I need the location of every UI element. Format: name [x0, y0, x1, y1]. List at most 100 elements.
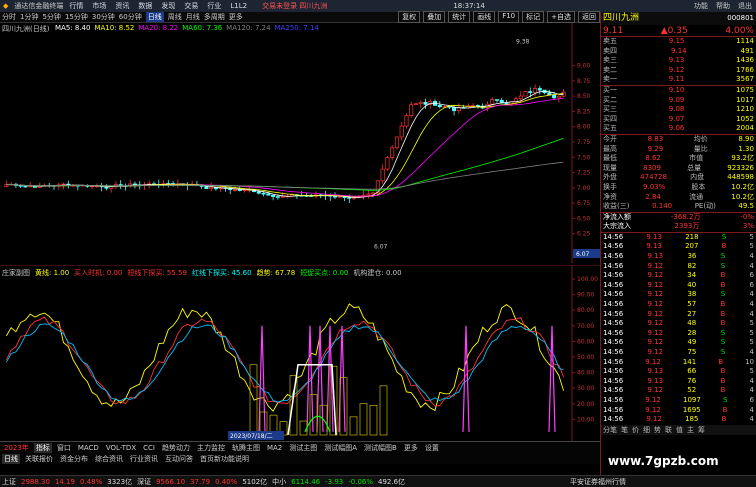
- candle-body: [552, 94, 557, 99]
- indicator-tab[interactable]: 更多: [402, 443, 420, 453]
- indicator-tab[interactable]: MACD: [76, 444, 101, 452]
- bid-row-cell: 买五: [603, 124, 617, 133]
- toolbar-button[interactable]: +自选: [547, 11, 575, 23]
- panel-tab[interactable]: 值: [676, 425, 683, 435]
- period-tab[interactable]: 周线: [168, 12, 182, 22]
- period-tab[interactable]: 日线: [145, 12, 164, 22]
- info-tab[interactable]: 互动问答: [163, 454, 195, 464]
- menu-item[interactable]: 行业: [207, 2, 221, 10]
- index-value: 2988.30: [21, 477, 50, 486]
- candle-body: [399, 125, 404, 138]
- period-tab[interactable]: 15分钟: [65, 12, 88, 22]
- period-tab[interactable]: 30分钟: [92, 12, 115, 22]
- toolbar-button[interactable]: 标记: [522, 11, 545, 23]
- tick-row-cell: 14:56: [603, 309, 624, 318]
- indicator-tab[interactable]: 指标: [33, 442, 52, 453]
- panel-tab[interactable]: 细: [643, 425, 650, 435]
- panel-tab[interactable]: 笔: [621, 425, 628, 435]
- panel-tab[interactable]: 筹: [698, 425, 705, 435]
- status-right: 平安证券福州行情: [570, 477, 626, 486]
- tick-row-cell: 14:56: [603, 300, 624, 309]
- toolbar-button[interactable]: F10: [498, 11, 520, 23]
- index-name[interactable]: 中小: [272, 477, 286, 487]
- period-tab[interactable]: 多周期: [204, 12, 225, 22]
- menu-item[interactable]: L1L2: [230, 2, 247, 10]
- menu-item[interactable]: 发现: [161, 2, 175, 10]
- menu-item[interactable]: 行情: [69, 2, 83, 10]
- indicator-tab[interactable]: 设置: [423, 443, 441, 453]
- bottom-tab-bar: 2023年 指标 窗口 MACD VOL-TDX CCI 趋势动力 主力监控 轨腾主图 MA2 测试…: [0, 441, 600, 464]
- panel-tab[interactable]: 价: [632, 425, 639, 435]
- toolbar-button[interactable]: 叠加: [423, 11, 446, 23]
- index-name[interactable]: 上证: [2, 477, 16, 487]
- indicator-tab[interactable]: 测试幅图B: [362, 443, 399, 453]
- tick-row-cell: 14:56: [603, 252, 624, 261]
- toolbar-button[interactable]: 画线: [473, 11, 496, 23]
- index-name[interactable]: 深证: [137, 477, 151, 487]
- menu-item[interactable]: 市场: [92, 2, 106, 10]
- indicator-tab[interactable]: 测试幅图A: [322, 443, 359, 453]
- period-tab[interactable]: 5分钟: [42, 12, 60, 22]
- tick-row-cell: 66: [687, 367, 697, 376]
- tick-row-cell: 5: [749, 328, 754, 337]
- bid-row-cell: 买四: [603, 114, 617, 123]
- info-tab[interactable]: 行业资讯: [128, 454, 160, 464]
- ask-row-cell: 9.11: [668, 75, 685, 84]
- kline-chart[interactable]: 9.00 8.75 8.50 8.25 8.00 7.75 7.50 7.25 7.00 6.75…: [0, 23, 600, 263]
- indicator-tab[interactable]: 窗口: [55, 443, 73, 453]
- indicator-tab[interactable]: 轨腾主图: [230, 443, 262, 453]
- menu-item[interactable]: 数据: [138, 2, 152, 10]
- indicator-chart[interactable]: 100.00 90.00 80.00 70.00 60.00 50.00 40.00 30.0…: [0, 265, 600, 441]
- period-tab[interactable]: 60分钟: [119, 12, 142, 22]
- tick-row: 14:56 9.12 38 S 4: [601, 290, 756, 300]
- indicator-tab[interactable]: 主力监控: [195, 443, 227, 453]
- indicator-tab[interactable]: 趋势动力: [160, 443, 192, 453]
- tick-row-cell: 9.12: [647, 261, 664, 270]
- window-menu-item[interactable]: 帮助: [716, 1, 730, 11]
- bid-row-cell: 9.06: [668, 124, 685, 133]
- panel-tab[interactable]: 主: [687, 425, 694, 435]
- info-tab[interactable]: 资金分布: [58, 454, 90, 464]
- period-tab[interactable]: 更多: [229, 12, 243, 22]
- tick-row-cell: 9.12: [647, 319, 664, 328]
- tick-row-cell: 5: [749, 232, 754, 241]
- panel-tab[interactable]: 分笔: [603, 425, 617, 435]
- period-tab[interactable]: 月线: [186, 12, 200, 22]
- tick-row-cell: 6: [749, 280, 754, 289]
- tick-row-cell: 14:56: [603, 271, 624, 280]
- tick-row-cell: B: [722, 405, 728, 414]
- toolbar-button[interactable]: 统计: [448, 11, 471, 23]
- ask-row-cell: 9.15: [668, 37, 685, 45]
- menu-item[interactable]: 资讯: [115, 2, 129, 10]
- period-tab[interactable]: 分时: [2, 12, 16, 22]
- candle-body: [23, 185, 28, 188]
- tick-row-cell: 9.12: [645, 357, 661, 366]
- panel-tab[interactable]: 联: [665, 425, 672, 435]
- tick-row-cell: 14:56: [603, 338, 624, 347]
- window-menu-item[interactable]: 功能: [694, 1, 708, 11]
- toolbar-button[interactable]: 复权: [398, 11, 421, 23]
- stat-row-cell: 流通: [689, 192, 704, 201]
- period-tab[interactable]: 1分钟: [20, 12, 38, 22]
- tick-row-cell: 76: [687, 376, 697, 385]
- stat-row-cell: 8309: [643, 163, 661, 172]
- panel-tab[interactable]: 势: [654, 425, 661, 435]
- info-tab[interactable]: 关联报价: [23, 454, 55, 464]
- tick-row: 14:56 9.12 1695 B 4: [601, 406, 756, 416]
- indicator-tab[interactable]: VOL-TDX: [104, 444, 138, 452]
- indicator-axis-label: 40.00: [577, 370, 594, 377]
- toolbar-button[interactable]: 返回: [578, 11, 600, 23]
- tick-row-cell: S: [720, 338, 726, 347]
- indicator-tab[interactable]: CCI: [141, 444, 157, 452]
- indicator-axis-label: 50.00: [577, 354, 594, 361]
- ma-legend-item: MA60: 7.36: [182, 24, 223, 32]
- window-menu-item[interactable]: 退出: [738, 1, 752, 11]
- indicator-tab[interactable]: 测试主图: [287, 443, 319, 453]
- period-toolbar: 分时 1分钟 5分钟 15分钟 30分钟 60分钟 日线 周线 月线 多周期 更多 复权 叠加 统计 画线…: [0, 11, 600, 23]
- info-tab[interactable]: 综合资讯: [93, 454, 125, 464]
- info-tab[interactable]: 日线: [2, 453, 20, 464]
- info-tab[interactable]: 首页新功能说明: [198, 454, 251, 464]
- tick-row: 14:56 9.13 218 S 5: [601, 233, 756, 243]
- menu-item[interactable]: 交易: [184, 2, 198, 10]
- indicator-tab[interactable]: MA2: [265, 444, 284, 452]
